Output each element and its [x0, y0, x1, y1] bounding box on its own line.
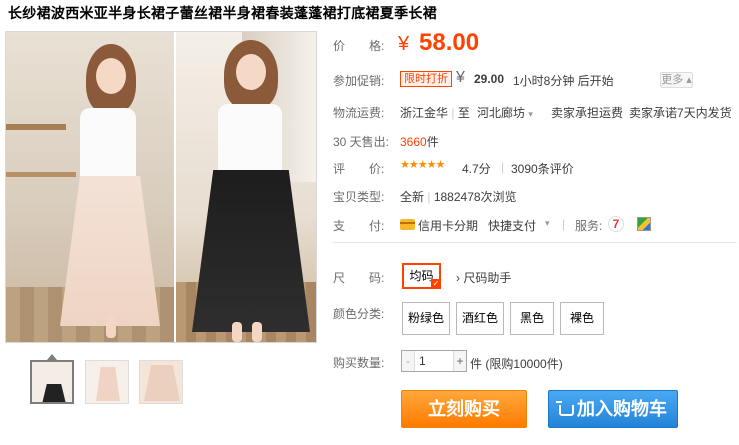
shipping-fee: 卖家承担运费 [551, 106, 624, 120]
size-label: 尺 码: [333, 271, 385, 285]
thumbnail-2[interactable] [85, 360, 129, 404]
sales-count: 3660 [400, 135, 427, 149]
review-count-link[interactable]: 3090条评价 [511, 160, 574, 177]
shelf [6, 172, 76, 177]
quantity-label: 购买数量: [333, 356, 385, 370]
item-type-label: 宝贝类型: [333, 190, 385, 204]
ship-to: 河北廊坊 [477, 106, 526, 120]
chevron-down-icon: ▾ [545, 218, 550, 228]
promo-more-button[interactable]: 更多 ▴ [660, 72, 693, 88]
chevron-up-icon: ▴ [686, 74, 692, 86]
chevron-right-icon: › [456, 271, 460, 285]
thumbnail-3[interactable] [139, 360, 183, 404]
quick-pay-dropdown[interactable]: 快捷支付 [488, 217, 536, 234]
color-option-nude[interactable]: 裸色 [560, 302, 604, 335]
ship-to-dropdown[interactable]: 河北廊坊 ▾ [477, 104, 533, 121]
divider [333, 242, 737, 243]
separator: | [562, 217, 566, 231]
item-condition: 全新 [400, 190, 425, 204]
quantity-unit: 件 (限购10000件) [470, 357, 563, 371]
t-shirt [218, 104, 282, 174]
leg [252, 322, 262, 342]
quantity-input[interactable] [419, 354, 449, 368]
rating-stars-icon: ★★★★★ [400, 159, 445, 171]
shelf [6, 124, 66, 130]
credit-installment-link[interactable]: 信用卡分期 [418, 217, 478, 234]
add-to-cart-label: 加入购物车 [577, 399, 667, 419]
shipping-info: 浙江金华 | 至 [400, 104, 470, 121]
price-value: 58.00 [419, 29, 480, 56]
main-product-image[interactable] [5, 31, 317, 343]
pink-skirt [60, 176, 160, 326]
payment-label: 支 付: [333, 219, 385, 233]
item-type-value: 全新 | 1882478次浏览 [400, 188, 517, 205]
sales-value: 3660件 [400, 133, 439, 150]
ship-from: 浙江金华 [400, 106, 449, 120]
color-option-wine-red[interactable]: 酒红色 [456, 302, 504, 335]
rating-score: 4.7分 [462, 162, 491, 176]
buy-now-button[interactable]: 立刻购买 [401, 390, 527, 428]
color-option-pink-green[interactable]: 粉绿色 [402, 302, 450, 335]
separator: | [451, 106, 455, 120]
size-option-label: 均码 [409, 269, 434, 283]
price-currency: ¥ [398, 33, 410, 55]
price-label: 价 格: [333, 39, 385, 53]
photo-pink-skirt [6, 32, 174, 342]
shipping-label: 物流运费: [333, 106, 385, 120]
sales-unit: 件 [426, 135, 439, 149]
more-label: 更多 [661, 74, 684, 86]
color-option-black[interactable]: 黑色 [510, 302, 554, 335]
face [236, 54, 266, 90]
quantity-increase-button[interactable]: + [453, 351, 466, 371]
leg [106, 314, 116, 338]
credit-card-icon [400, 219, 415, 230]
ship-to-prefix: 至 [457, 106, 470, 120]
thumbnail-1[interactable] [30, 360, 74, 404]
service-badge-icon[interactable] [637, 217, 651, 231]
review-label: 评 价: [333, 162, 385, 176]
check-icon: ✓ [431, 279, 441, 289]
size-helper-label: 尺码助手 [463, 271, 512, 285]
size-helper-link[interactable]: › 尺码助手 [456, 269, 511, 286]
separator: | [501, 160, 505, 174]
seven-day-return-icon[interactable]: 7 [608, 216, 624, 232]
quantity-stepper: - + [401, 350, 467, 372]
mini-skirt [42, 384, 66, 402]
promo-currency: ¥ [456, 69, 465, 86]
separator: | [427, 190, 431, 204]
promo-price: 29.00 [474, 72, 505, 86]
sales-label: 30 天售出: [333, 135, 390, 149]
shipping-promise: 卖家承诺7天内发货 [629, 106, 732, 120]
promo-label: 参加促销: [333, 74, 385, 88]
add-to-cart-button[interactable]: 加入购物车 [548, 390, 678, 428]
promo-countdown: 1小时8分钟 后开始 [513, 74, 614, 88]
cart-icon [556, 401, 574, 416]
mini-skirt [96, 367, 120, 401]
t-shirt [80, 108, 136, 180]
face [96, 58, 126, 94]
leg [232, 322, 242, 342]
product-title: 长纱裙波西米亚半身长裙子蕾丝裙半身裙春装蓬蓬裙打底裙夏季长裙 [8, 5, 437, 21]
quantity-decrease-button[interactable]: - [402, 351, 415, 371]
mini-skirt [144, 365, 180, 401]
color-label: 颜色分类: [333, 307, 385, 321]
item-views: 1882478次浏览 [433, 190, 517, 204]
size-option-one-size[interactable]: 均码 ✓ [402, 263, 441, 289]
chevron-down-icon: ▾ [528, 109, 533, 119]
promo-badge: 限时打折 [400, 71, 452, 87]
service-label: 服务: [575, 219, 603, 233]
